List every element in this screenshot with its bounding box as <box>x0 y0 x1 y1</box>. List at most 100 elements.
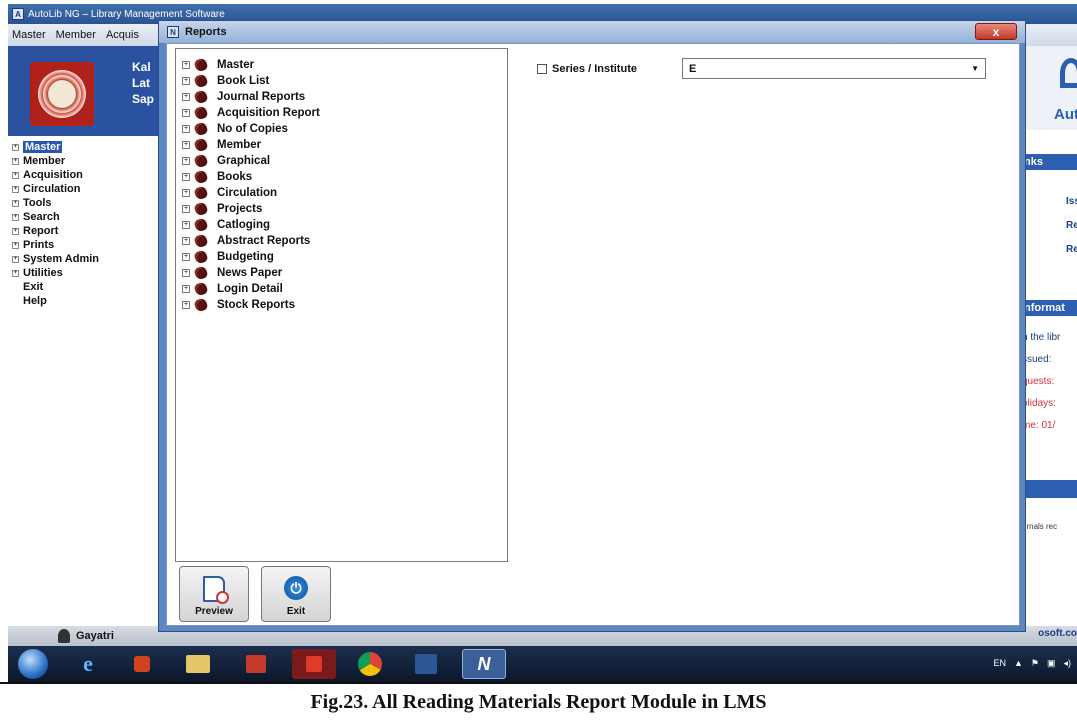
menu-master[interactable]: Master <box>12 29 46 41</box>
tray-arrow-icon[interactable]: ▲ <box>1014 658 1023 669</box>
expand-icon[interactable]: + <box>182 157 190 165</box>
close-button[interactable]: x <box>975 23 1017 40</box>
tree-item-no-of-copies[interactable]: + No of Copies <box>182 121 501 137</box>
expand-icon[interactable]: + <box>12 143 19 151</box>
nav-item-system-admin[interactable]: + System Admin <box>12 252 169 266</box>
expand-icon[interactable]: + <box>12 255 19 263</box>
institution-logo <box>30 62 94 126</box>
menu-member[interactable]: Member <box>56 29 96 41</box>
expand-icon[interactable]: + <box>12 241 19 249</box>
tree-item-master[interactable]: + Master <box>182 57 501 73</box>
reports-titlebar[interactable]: N Reports x <box>159 21 1025 43</box>
book-icon <box>193 57 209 73</box>
exit-button[interactable]: ⏻ Exit <box>261 566 331 622</box>
tree-item-stock-reports[interactable]: + Stock Reports <box>182 297 501 313</box>
app-icon: A <box>12 8 24 20</box>
paint-icon[interactable] <box>234 649 278 679</box>
nav-item-help[interactable]: Help <box>12 294 169 308</box>
expand-icon[interactable]: + <box>12 185 19 193</box>
banner-line-3: Sap <box>132 92 155 106</box>
explorer-icon[interactable] <box>176 649 220 679</box>
nav-item-exit[interactable]: Exit <box>12 280 169 294</box>
link-return[interactable]: Re <box>1066 220 1077 231</box>
expand-icon[interactable]: + <box>182 93 190 101</box>
reports-app-icon: N <box>167 26 179 38</box>
autolib-taskbar-icon[interactable]: N <box>462 649 506 679</box>
tree-item-journal-reports[interactable]: + Journal Reports <box>182 89 501 105</box>
brand-logo-icon <box>1060 58 1077 88</box>
tree-item-graphical[interactable]: + Graphical <box>182 153 501 169</box>
expand-icon[interactable]: + <box>12 227 19 235</box>
report-tree: + Master + Book List + Journal Reports + Acq… <box>175 48 508 562</box>
series-checkbox[interactable] <box>537 63 547 74</box>
banner-line-2: Lat <box>132 76 150 90</box>
expand-icon[interactable]: + <box>182 301 190 309</box>
flag-icon[interactable]: ⚑ <box>1031 658 1039 669</box>
chrome-icon[interactable] <box>348 649 392 679</box>
tree-item-news-paper[interactable]: + News Paper <box>182 265 501 281</box>
preview-button[interactable]: Preview <box>179 566 249 622</box>
nav-item-utilities[interactable]: + Utilities <box>12 266 169 280</box>
info-line-2: ssued: <box>1022 354 1052 365</box>
media-player-icon[interactable] <box>120 649 164 679</box>
nav-item-tools[interactable]: + Tools <box>12 196 169 210</box>
expand-icon[interactable]: + <box>182 173 190 181</box>
expand-icon[interactable]: + <box>12 269 19 277</box>
language-indicator[interactable]: EN <box>993 658 1006 669</box>
tree-item-catloging[interactable]: + Catloging <box>182 217 501 233</box>
expand-icon[interactable]: + <box>12 171 19 179</box>
nav-item-prints[interactable]: + Prints <box>12 238 169 252</box>
expand-icon[interactable]: + <box>12 157 19 165</box>
menu-acquisition[interactable]: Acquis <box>106 29 139 41</box>
nav-item-master[interactable]: + Master <box>12 140 169 154</box>
start-button[interactable] <box>18 649 48 679</box>
internet-explorer-icon[interactable]: e <box>66 649 110 679</box>
tree-item-acquisition-report[interactable]: + Acquisition Report <box>182 105 501 121</box>
tree-item-projects[interactable]: + Projects <box>182 201 501 217</box>
expand-icon[interactable]: + <box>182 205 190 213</box>
network-icon[interactable]: ▣ <box>1047 658 1056 669</box>
series-dropdown[interactable]: E ▼ <box>682 58 986 79</box>
expand-icon[interactable]: + <box>182 61 190 69</box>
links-header: nks <box>1020 154 1077 170</box>
tree-item-books[interactable]: + Books <box>182 169 501 185</box>
book-icon <box>193 297 209 313</box>
expand-icon[interactable]: + <box>182 109 190 117</box>
book-icon <box>193 121 209 137</box>
book-icon <box>193 249 209 265</box>
expand-icon[interactable]: + <box>182 237 190 245</box>
volume-icon[interactable]: ◂) <box>1063 658 1071 669</box>
chevron-down-icon[interactable]: ▼ <box>971 64 979 73</box>
link-report[interactable]: Re <box>1066 244 1077 255</box>
acrobat-icon[interactable] <box>292 649 336 679</box>
expand-icon[interactable]: + <box>182 141 190 149</box>
reports-dialog: N Reports x + Master + Book List + Journal … <box>158 20 1026 632</box>
expand-icon[interactable]: + <box>182 77 190 85</box>
right-info-panel: Aut nks Iss Re Re nformat n the libr ssu… <box>1020 46 1077 626</box>
tree-item-book-list[interactable]: + Book List <box>182 73 501 89</box>
nav-item-report[interactable]: + Report <box>12 224 169 238</box>
nav-item-search[interactable]: + Search <box>12 210 169 224</box>
nav-item-circulation[interactable]: + Circulation <box>12 182 169 196</box>
nav-item-member[interactable]: + Member <box>12 154 169 168</box>
expand-icon[interactable]: + <box>182 125 190 133</box>
expand-icon[interactable]: + <box>182 269 190 277</box>
expand-icon[interactable]: + <box>182 221 190 229</box>
expand-icon[interactable]: + <box>182 285 190 293</box>
expand-icon[interactable]: + <box>182 189 190 197</box>
word-icon[interactable] <box>404 649 448 679</box>
info-line-5: me: 01/ <box>1022 420 1056 431</box>
tree-item-login-detail[interactable]: + Login Detail <box>182 281 501 297</box>
series-label: Series / Institute <box>552 62 637 75</box>
expand-icon[interactable]: + <box>12 213 19 221</box>
book-icon <box>193 105 209 121</box>
banner-line-1: Kal <box>132 60 151 74</box>
tree-item-abstract-reports[interactable]: + Abstract Reports <box>182 233 501 249</box>
tree-item-member[interactable]: + Member <box>182 137 501 153</box>
expand-icon[interactable]: + <box>12 199 19 207</box>
nav-item-acquisition[interactable]: + Acquisition <box>12 168 169 182</box>
link-issue[interactable]: Iss <box>1066 196 1077 207</box>
expand-icon[interactable]: + <box>182 253 190 261</box>
tree-item-budgeting[interactable]: + Budgeting <box>182 249 501 265</box>
tree-item-circulation[interactable]: + Circulation <box>182 185 501 201</box>
